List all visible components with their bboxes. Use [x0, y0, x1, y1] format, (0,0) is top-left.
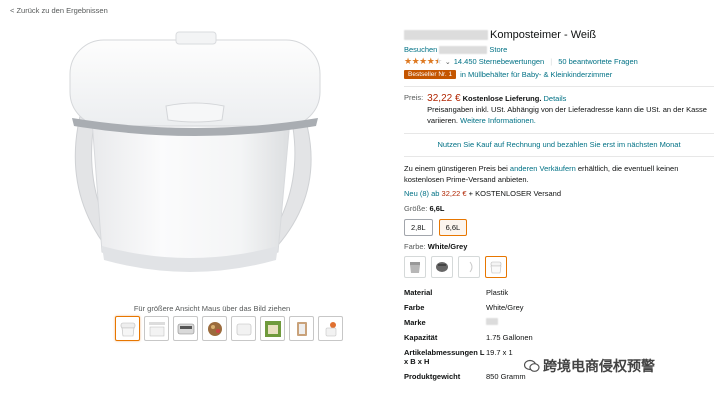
rating-row: ★★★★★★ ⌄ 14.450 Sternebewertungen | 50 b… — [404, 56, 714, 67]
product-details: Komposteimer - Weiß Besuchen Store ★★★★★… — [404, 28, 714, 384]
spec-row: Kapazität 1.75 Gallonen — [404, 333, 533, 342]
ratings-link[interactable]: 14.450 Sternebewertungen — [454, 57, 545, 66]
back-to-results-link[interactable]: < Zurück zu den Ergebnissen — [10, 6, 108, 15]
thumbnail-1[interactable] — [115, 316, 140, 341]
divider — [404, 133, 714, 134]
thumbnail-4[interactable] — [202, 316, 227, 341]
questions-link[interactable]: 50 beantwortete Fragen — [558, 57, 638, 66]
new-offers-link[interactable]: Neu (8) ab — [404, 189, 439, 198]
bestseller-badge[interactable]: Bestseller Nr. 1 — [404, 70, 457, 79]
invoice-link[interactable]: Nutzen Sie Kauf auf Rechnung und bezahle… — [437, 140, 680, 149]
thumbnail-2[interactable] — [144, 316, 169, 341]
spec-row: Artikelabmessungen L x B x H 19.7 x 1 — [404, 348, 513, 366]
star-rating-icon[interactable]: ★★★★★★ — [404, 56, 442, 67]
watermark: 跨境电商侵权预警 — [524, 356, 655, 376]
spec-row: Material Plastik — [404, 288, 509, 297]
size-option-2-8l[interactable]: 2,8L — [404, 219, 433, 236]
color-swatch-grey[interactable] — [404, 256, 426, 278]
thumbnail-strip — [115, 316, 343, 341]
color-selector — [404, 256, 714, 278]
size-selector: 2,8L 6,6L — [404, 219, 714, 236]
shipping-text: Kostenlose Lieferung. — [462, 94, 542, 103]
thumbnail-8[interactable] — [318, 316, 343, 341]
color-swatch-white-grey[interactable] — [485, 256, 507, 278]
thumbnail-7[interactable] — [289, 316, 314, 341]
store-link[interactable]: Besuchen Store — [404, 45, 714, 54]
spec-row: Produktgewicht 850 Gramm — [404, 372, 526, 381]
divider — [404, 156, 714, 157]
spec-table: Material Plastik Farbe White/Grey Marke Ka… — [404, 285, 533, 384]
color-swatch-white[interactable] — [458, 256, 480, 278]
product-title: Komposteimer - Weiß — [404, 28, 714, 42]
price-block: Preis: 32,22 € Kostenlose Lieferung. Det… — [404, 93, 714, 126]
main-product-image[interactable] — [40, 20, 350, 290]
redacted-brand — [404, 30, 488, 40]
zoom-hint: Für größere Ansicht Maus über das Bild z… — [133, 304, 291, 313]
more-info-link[interactable]: Weitere Informationen. — [460, 116, 536, 125]
divider — [404, 86, 714, 87]
bestseller-row: Bestseller Nr. 1 in Müllbehälter für Bab… — [404, 70, 714, 79]
other-sellers-link[interactable]: anderen Verkäufern — [510, 164, 576, 173]
thumbnail-6[interactable] — [260, 316, 285, 341]
new-offers-row: Neu (8) ab 32,22 € + KOSTENLOSER Versand — [404, 189, 561, 198]
other-sellers-note: Zu einem günstigeren Preis bei anderen V… — [404, 164, 679, 184]
vat-note: Preisangaben inkl. USt. Abhängig von der… — [427, 105, 707, 125]
wechat-icon — [524, 359, 540, 372]
size-option-6-6l[interactable]: 6,6L — [438, 219, 468, 236]
price-label: Preis: — [404, 93, 424, 102]
chevron-down-icon[interactable]: ⌄ — [445, 58, 451, 66]
redacted-store — [439, 45, 488, 54]
bestseller-category-link[interactable]: in Müllbehälter für Baby- & Kleinkinderz… — [460, 70, 612, 79]
spec-row: Farbe White/Grey — [404, 303, 524, 312]
redacted-brand — [486, 318, 498, 325]
price-value: 32,22 € — [427, 93, 461, 104]
color-label: Farbe: White/Grey — [404, 242, 468, 251]
thumbnail-3[interactable] — [173, 316, 198, 341]
size-label: Größe: 6,6L — [404, 204, 445, 213]
shipping-details-link[interactable]: Details — [544, 94, 567, 103]
thumbnail-5[interactable] — [231, 316, 256, 341]
spec-row: Marke — [404, 315, 533, 330]
divider: | — [550, 57, 553, 66]
color-swatch-dark[interactable] — [431, 256, 453, 278]
